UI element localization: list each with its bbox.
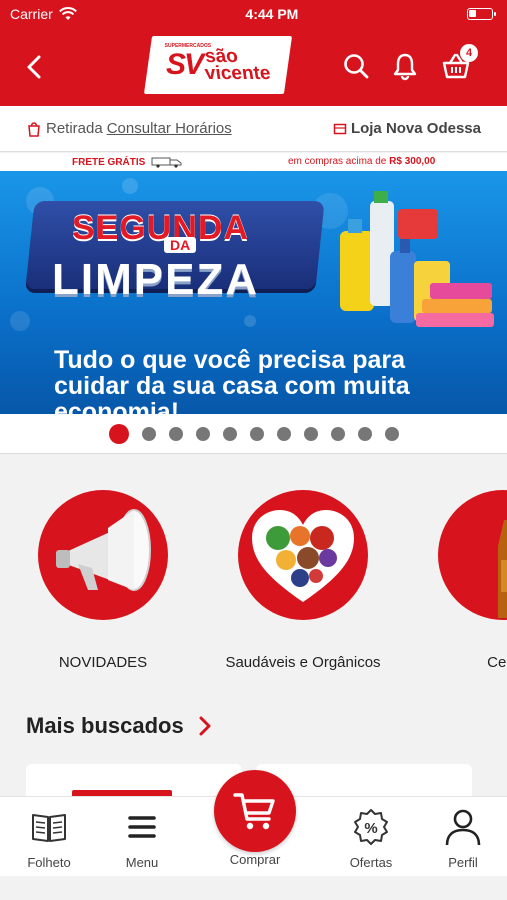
heart-food-icon — [252, 510, 354, 602]
carousel-dot[interactable] — [168, 426, 183, 441]
hours-link[interactable]: Consultar Horários — [107, 120, 232, 137]
carousel-dot[interactable] — [222, 426, 237, 441]
free-shipping-strip: FRETE GRÁTIS em compras acima de R$ 300,… — [0, 153, 507, 171]
cart-count-badge: 4 — [460, 44, 478, 62]
carousel-dot[interactable] — [357, 426, 372, 441]
category-image — [438, 490, 507, 620]
category-carousel: NOVIDADES Saudáveis e Orgânicos Ce — [0, 456, 507, 686]
category-image — [238, 490, 368, 620]
wifi-icon — [58, 7, 77, 20]
megaphone-icon — [56, 509, 151, 591]
nav-label: Perfil — [448, 855, 478, 870]
clock: 4:44 PM — [245, 6, 299, 22]
truck-icon — [151, 157, 182, 168]
percent-badge-icon: % — [354, 809, 388, 845]
category-novidades[interactable]: NOVIDADES — [3, 490, 203, 671]
carousel-dot-active[interactable] — [108, 423, 129, 444]
svg-text:%: % — [364, 820, 377, 837]
nav-label: Folheto — [27, 855, 71, 870]
book-icon — [32, 814, 66, 842]
store-icon — [333, 123, 347, 134]
free-shipping-prefix: em compras acima de — [288, 156, 387, 167]
app-header: SUPERMERCADOS SV são vicente 4 — [0, 28, 507, 106]
pickup-bag-icon — [28, 121, 40, 137]
cleaning-products-image — [340, 191, 494, 327]
back-chevron-icon[interactable] — [20, 52, 50, 82]
banner-title-bottom: LIMPEZA — [52, 255, 260, 304]
carousel-dot[interactable] — [330, 426, 345, 441]
nav-label: Ofertas — [349, 855, 393, 870]
carousel-dot[interactable] — [195, 426, 210, 441]
logo-wordmark: são vicente — [203, 46, 272, 84]
free-shipping-amount: R$ 300,00 — [389, 156, 436, 167]
most-searched-title: Mais buscados — [26, 713, 184, 738]
carousel-dot[interactable] — [249, 426, 264, 441]
buy-fab-button[interactable] — [214, 770, 296, 852]
carousel-indicator[interactable] — [0, 414, 507, 454]
beer-bottle-icon — [498, 520, 507, 618]
logo-name-line2: vicente — [203, 63, 272, 84]
banner-title-top: SEGUNDA — [72, 209, 250, 247]
nav-menu[interactable]: Menu — [102, 807, 182, 870]
nav-folheto[interactable]: Folheto — [9, 807, 89, 870]
nav-ofertas[interactable]: % Ofertas — [331, 807, 411, 870]
search-icon[interactable] — [340, 50, 372, 82]
pickup-bar: Retirada Consultar Horários Loja Nova Od… — [0, 106, 507, 152]
banner-title-mid: DA — [164, 237, 197, 253]
pickup-mode: Retirada Consultar Horários — [26, 120, 232, 137]
category-label: Saudáveis e Orgânicos — [225, 654, 381, 671]
carrier-label: Carrier — [10, 6, 53, 22]
nav-perfil[interactable]: Perfil — [423, 807, 503, 870]
free-shipping-condition: em compras acima de R$ 300,00 — [288, 156, 435, 167]
store-name: Loja Nova Odessa — [350, 120, 481, 137]
carousel-dot[interactable] — [303, 426, 318, 441]
store-logo[interactable]: SUPERMERCADOS SV são vicente — [143, 36, 293, 94]
most-searched-header[interactable]: Mais buscados — [26, 713, 212, 739]
logo-mark: SV — [165, 48, 202, 81]
cart-button[interactable]: 4 — [440, 44, 478, 82]
status-bar: Carrier 4:44 PM — [0, 0, 507, 28]
store-selector[interactable]: Loja Nova Odessa — [333, 120, 481, 137]
free-shipping-left: FRETE GRÁTIS — [72, 156, 183, 168]
pickup-mode-label: Retirada — [46, 120, 103, 137]
banner-subtitle: Tudo o que você precisa para cuidar da s… — [54, 346, 410, 414]
carousel-dot[interactable] — [276, 426, 291, 441]
hamburger-icon — [128, 816, 156, 838]
category-cervejas[interactable]: Cerv — [403, 490, 507, 671]
carrier-info: Carrier — [10, 6, 77, 22]
cart-icon — [233, 793, 275, 830]
home-indicator-area — [0, 876, 507, 900]
user-icon — [445, 809, 481, 846]
battery-icon — [466, 8, 496, 20]
buy-fab-label: Comprar — [229, 852, 281, 867]
carousel-dot[interactable] — [384, 426, 399, 441]
chevron-right-icon — [199, 716, 211, 736]
promo-banner[interactable]: SEGUNDA DA LIMPEZA Tudo o que você preci… — [0, 171, 507, 414]
bell-icon[interactable] — [389, 50, 421, 82]
category-label: NOVIDADES — [58, 654, 148, 671]
nav-label: Menu — [125, 855, 159, 870]
free-shipping-label: FRETE GRÁTIS — [72, 156, 146, 168]
category-saudaveis[interactable]: Saudáveis e Orgânicos — [203, 490, 403, 671]
category-label: Cerv — [487, 654, 507, 671]
carousel-dot[interactable] — [141, 426, 156, 441]
category-image — [38, 490, 168, 620]
